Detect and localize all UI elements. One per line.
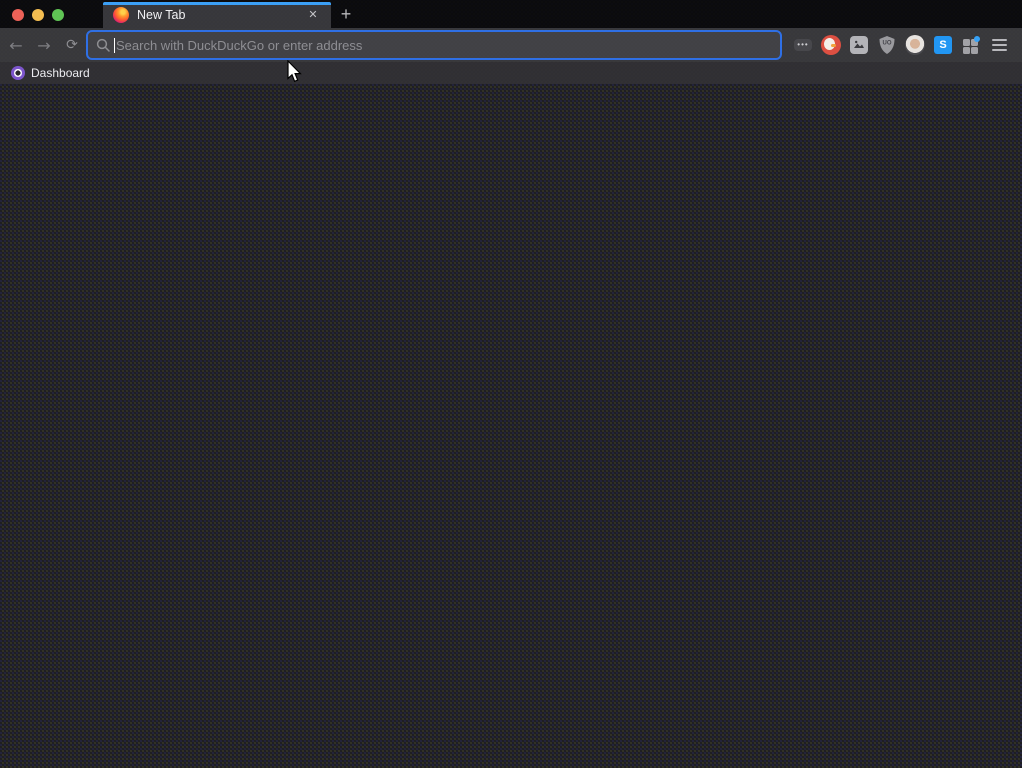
avatar-icon <box>905 35 925 55</box>
duckduckgo-extension-button[interactable] <box>818 31 844 59</box>
window-close-button[interactable] <box>12 9 24 21</box>
extensions-overflow-button[interactable]: ••• <box>790 31 816 59</box>
image-tool-extension-button[interactable] <box>846 31 872 59</box>
firefox-window: { "tab_bar": { "active_tab": { "label": … <box>0 0 1022 768</box>
new-tab-button[interactable]: + <box>336 4 356 24</box>
tab-title: New Tab <box>137 8 186 22</box>
dashboard-favicon-icon <box>11 66 25 80</box>
text-caret <box>114 37 115 53</box>
tab-new-tab[interactable]: New Tab ✕ <box>103 2 331 28</box>
url-bar[interactable] <box>86 30 782 60</box>
address-search-input[interactable] <box>116 37 772 53</box>
profile-avatar-extension-button[interactable] <box>902 31 928 59</box>
bookmark-item-dashboard[interactable]: Dashboard <box>7 64 94 82</box>
bookmark-label: Dashboard <box>31 66 90 80</box>
window-minimize-button[interactable] <box>32 9 44 21</box>
svg-text:UO: UO <box>883 41 892 47</box>
toolbar-extensions: ••• UO S <box>790 31 1016 59</box>
tab-close-icon[interactable]: ✕ <box>305 7 321 23</box>
back-button[interactable]: ← <box>2 31 30 59</box>
hamburger-menu-icon <box>991 39 1007 51</box>
s-app-icon: S <box>934 36 952 54</box>
apps-grid-icon <box>962 36 980 54</box>
bookmarks-toolbar: Dashboard <box>0 62 1022 84</box>
duckduckgo-icon <box>821 35 841 55</box>
app-menu-button[interactable] <box>986 31 1012 59</box>
navigation-toolbar: ← → ⟳ ••• <box>0 28 1022 62</box>
forward-button[interactable]: → <box>30 31 58 59</box>
ublock-shield-icon: UO <box>879 36 895 54</box>
page-content <box>0 84 1022 768</box>
window-controls <box>12 9 64 21</box>
window-zoom-button[interactable] <box>52 9 64 21</box>
image-tool-icon <box>850 36 868 54</box>
search-icon <box>96 38 110 52</box>
firefox-icon <box>113 7 129 23</box>
notification-dot <box>974 36 980 42</box>
reload-button[interactable]: ⟳ <box>58 31 86 59</box>
s-app-extension-button[interactable]: S <box>930 31 956 59</box>
tab-strip: New Tab ✕ + <box>0 0 1022 28</box>
overflow-dots-icon: ••• <box>794 39 812 51</box>
ublock-origin-extension-button[interactable]: UO <box>874 31 900 59</box>
apps-grid-extension-button[interactable] <box>958 31 984 59</box>
